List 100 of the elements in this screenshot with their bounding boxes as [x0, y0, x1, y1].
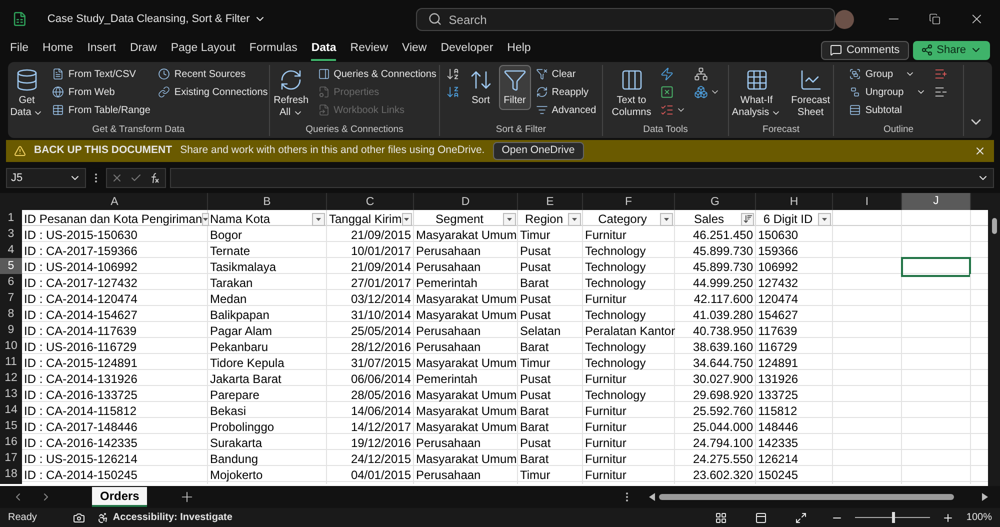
vertical-scrollbar[interactable]	[988, 193, 1000, 486]
column-header[interactable]: J	[902, 193, 971, 212]
table-cell: Pemerintah	[414, 370, 518, 388]
menu-tab[interactable]: View	[402, 39, 427, 61]
function-icon[interactable]	[149, 172, 162, 184]
ribbon-button[interactable]: Filter	[498, 65, 531, 110]
search-field[interactable]: Search	[416, 8, 836, 31]
filter-dropdown-button[interactable]	[402, 212, 412, 226]
table-cell: Masyarakat Umum	[414, 226, 518, 244]
filter-dropdown-button[interactable]	[503, 212, 516, 226]
table-cell: 19/12/2016	[327, 434, 414, 452]
table-cell: Masyarakat Umum	[414, 450, 518, 468]
menu-tab[interactable]: Insert	[87, 39, 116, 61]
table-cell: 24.275.550	[675, 450, 756, 468]
formula-input[interactable]	[170, 168, 994, 188]
column-header[interactable]: D	[414, 193, 518, 212]
column-header[interactable]: A	[22, 193, 208, 212]
normal-view-icon[interactable]	[715, 512, 728, 524]
ribbon-button[interactable]: What-If Analysis	[729, 65, 786, 122]
menu-tab[interactable]: Developer	[440, 39, 494, 61]
ribbon-button[interactable]: From Web	[49, 83, 154, 101]
menu-tab[interactable]: Review	[350, 39, 388, 61]
table-cell: Masyarakat Umum	[414, 306, 518, 324]
document-title[interactable]: Case Study_Data Cleansing, Sort & Filter	[47, 10, 266, 28]
ribbon-button[interactable]: Existing Connections	[155, 83, 269, 101]
ribbon-button[interactable]: From Text/CSV	[49, 65, 154, 83]
table-cell: Furnitur	[583, 290, 675, 308]
accessibility-icon	[96, 512, 109, 524]
table-cell: 124891	[756, 354, 833, 372]
restore-icon[interactable]	[929, 13, 941, 25]
column-header[interactable]: I	[833, 193, 902, 212]
filter-dropdown-button[interactable]	[660, 212, 673, 226]
caret-icon	[316, 218, 321, 220]
row-header[interactable]: 18	[0, 466, 22, 484]
header-cell: Segment	[414, 210, 518, 228]
zoom-thumb[interactable]	[892, 512, 895, 523]
table-cell: Furnitur	[583, 418, 675, 436]
table-cell: ID : CA-2014-150245	[22, 466, 208, 484]
table-cell: Jakarta Barat	[208, 370, 327, 388]
scrollbar-thumb[interactable]	[992, 218, 996, 234]
ribbon-button[interactable]: Text to Columns	[608, 65, 656, 122]
horizontal-scrollbar[interactable]	[649, 492, 988, 502]
ribbon-button[interactable]: Recent Sources	[155, 65, 269, 83]
table-cell: 38.639.160	[675, 338, 756, 356]
table-cell: 44.999.250	[675, 274, 756, 292]
column-header[interactable]: B	[208, 193, 327, 212]
menu-tab[interactable]: Page Layout	[170, 39, 236, 61]
filter-dropdown-button[interactable]	[312, 212, 325, 226]
table-cell: 46.251.450	[675, 226, 756, 244]
ribbon-button[interactable]: Forecast Sheet	[787, 65, 833, 122]
ribbon-button[interactable]: Queries & Connections	[314, 65, 439, 83]
ribbon-button[interactable]: From Table/Range	[49, 101, 154, 119]
menu-tab[interactable]: Home	[42, 39, 74, 61]
menu-tab[interactable]: Help	[507, 39, 531, 61]
column-header[interactable]: C	[327, 193, 414, 212]
column-header[interactable]: G	[675, 193, 756, 212]
selected-cell[interactable]	[901, 257, 971, 277]
ribbon-button[interactable]: Advanced	[532, 101, 600, 119]
ribbon-button[interactable]: Ungroup	[846, 83, 929, 101]
table-cell: 25.044.000	[675, 418, 756, 436]
column-header[interactable]: F	[583, 193, 675, 212]
avatar[interactable]	[835, 10, 854, 28]
ribbon-button[interactable]: Subtotal	[846, 101, 929, 119]
column-header[interactable]	[971, 193, 988, 212]
table-cell: 21/09/2014	[327, 258, 414, 276]
table-cell: 126214	[756, 450, 833, 468]
ribbon-button[interactable]: Reapply	[532, 83, 600, 101]
data-model-icon	[694, 85, 708, 99]
column-header[interactable]: E	[518, 193, 583, 212]
share-button[interactable]: Share	[912, 40, 990, 60]
page-layout-icon[interactable]	[755, 512, 768, 524]
zoom-in-icon[interactable]	[942, 512, 954, 524]
page-break-icon[interactable]	[795, 512, 808, 524]
name-box[interactable]: J5	[6, 168, 86, 188]
search-icon	[428, 12, 442, 26]
comment-icon	[830, 44, 842, 56]
filter-dropdown-button[interactable]	[741, 212, 754, 226]
filter-dropdown-button[interactable]	[818, 212, 831, 226]
columns-icon	[620, 68, 644, 92]
menu-tab[interactable]: File	[10, 39, 29, 61]
accessibility-button[interactable]: Accessibility: Investigate	[96, 510, 232, 525]
ribbon-button[interactable]: Refresh All	[270, 65, 313, 122]
camera-icon[interactable]	[72, 512, 85, 524]
menu-tab[interactable]: Draw	[130, 39, 157, 61]
filter-dropdown-button[interactable]	[202, 212, 210, 226]
sheet-tab[interactable]: Orders	[92, 487, 148, 507]
ribbon-button[interactable]: Group	[846, 65, 929, 83]
table-cell: 23.602.320	[675, 466, 756, 484]
close-icon[interactable]	[974, 145, 986, 157]
ribbon-button[interactable]: Get Data	[8, 65, 48, 122]
comments-button[interactable]: Comments	[821, 40, 909, 60]
ribbon-button[interactable]: Sort	[464, 65, 497, 110]
ribbon-button[interactable]: Clear	[532, 65, 600, 83]
menu-tab[interactable]: Formulas	[249, 39, 298, 61]
open-onedrive-button[interactable]: Open OneDrive	[492, 142, 584, 160]
cancel-icon[interactable]	[110, 172, 123, 184]
column-header[interactable]: H	[756, 193, 833, 212]
enter-icon[interactable]	[130, 172, 142, 184]
filter-dropdown-button[interactable]	[568, 212, 581, 226]
table-cell: Probolinggo	[208, 418, 327, 436]
